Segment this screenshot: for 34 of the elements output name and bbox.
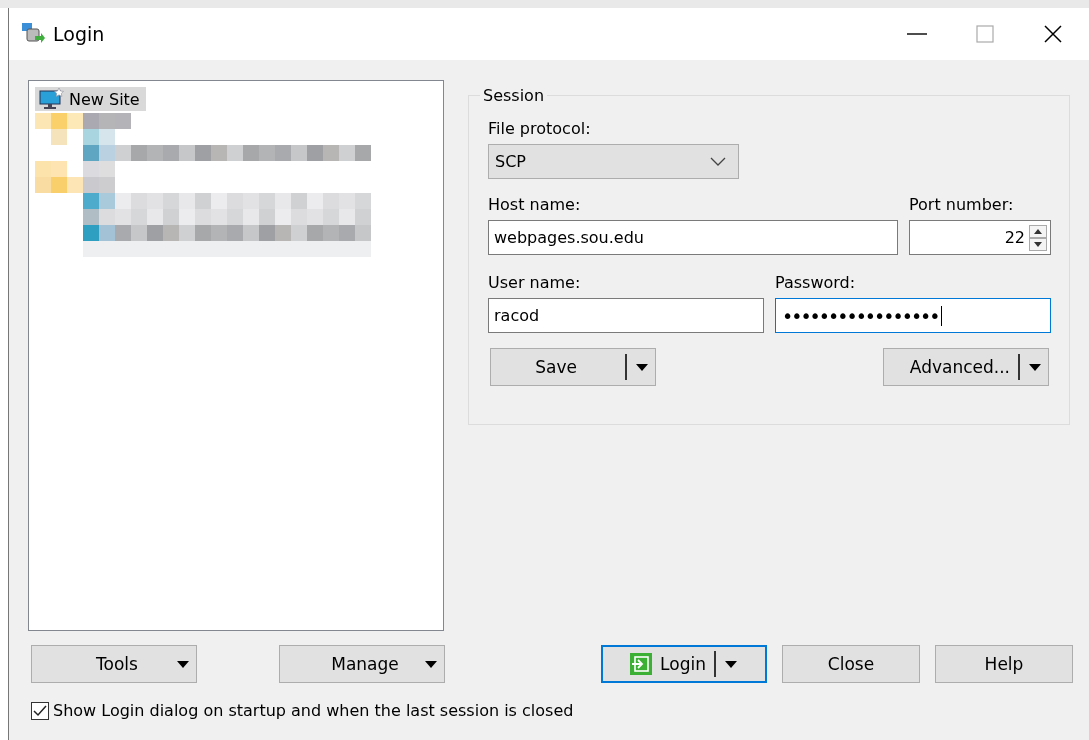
user-name-field[interactable]: racod [488,298,764,333]
password-field[interactable]: ••••••••••••••••• [775,298,1051,333]
spinner-arrows-icon [1029,224,1047,251]
dropdown-arrow-icon [723,659,738,669]
manage-button[interactable]: Manage [279,645,445,683]
tree-item[interactable]: New Site [35,87,146,111]
field-label: Host name: [488,195,582,214]
port-number-field[interactable]: 22 [909,220,1051,255]
minimize-icon [907,33,927,35]
window-title: Login [53,23,105,45]
dropdown-arrow-icon [635,362,649,372]
field-label: File protocol: [488,119,592,138]
dropdown-arrow-icon [1028,362,1042,372]
login-button[interactable]: Login [601,645,767,683]
advanced-button[interactable]: Advanced... [883,348,1049,386]
tools-button[interactable]: Tools [31,645,197,683]
chevron-down-icon [710,156,726,167]
protocol-dropdown[interactable]: SCP [488,144,739,179]
checkbox[interactable] [31,701,49,720]
save-button[interactable]: Save [490,348,656,386]
maximize-icon [975,24,995,44]
group-title: Session [482,86,546,105]
enter-icon [630,653,653,675]
field-label: Port number: [909,195,1015,214]
field-label: User name: [488,273,582,292]
host-name-field[interactable]: webpages.sou.edu [488,220,898,255]
help-button[interactable]: Help [935,645,1073,683]
dropdown-arrow-icon [424,659,438,669]
close-button[interactable]: Close [782,645,920,683]
monitor-star-icon [39,88,65,110]
dropdown-arrow-icon [176,659,190,669]
checkbox-label: Show Login dialog on startup and when the last session is closed [53,701,574,720]
close-icon [1043,24,1063,44]
field-label: Password: [775,273,857,292]
